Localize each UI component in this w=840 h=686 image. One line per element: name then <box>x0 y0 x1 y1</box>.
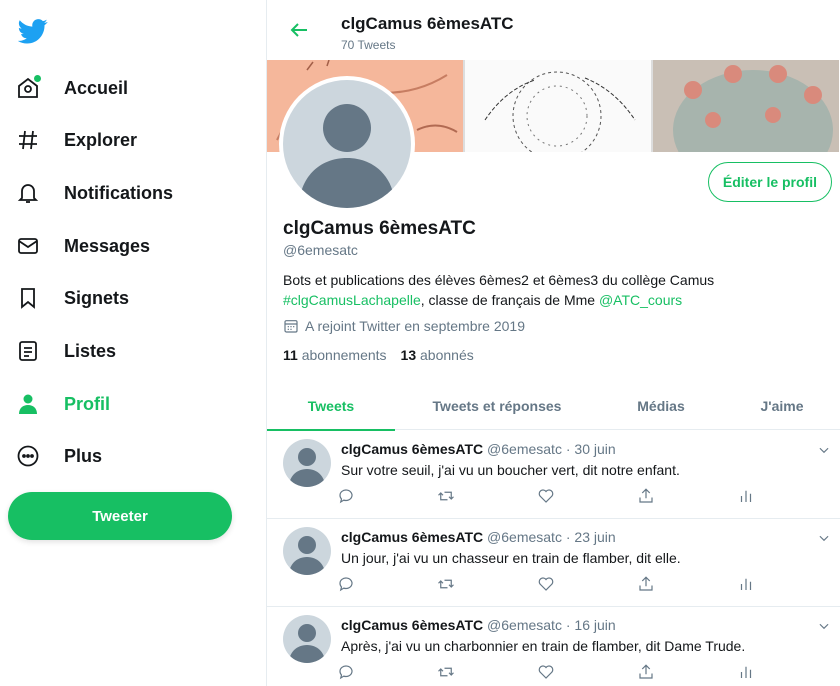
sidebar-item-notifications[interactable]: Notifications <box>14 171 173 215</box>
profile-column: clgCamus 6èmesATC 70 Tweets Éditer le pr… <box>266 0 840 686</box>
profile-name: clgCamus 6èmesATC <box>283 218 476 239</box>
tweet[interactable]: clgCamus 6èmesATC @6emesatc · 16 juin Ap… <box>267 607 840 686</box>
join-date: A rejoint Twitter en septembre 2019 <box>283 318 525 334</box>
tweet-author-name[interactable]: clgCamus 6èmesATC <box>341 617 483 633</box>
tweet-date[interactable]: 23 juin <box>574 529 615 545</box>
following-count: 11 <box>283 347 298 363</box>
share-icon[interactable] <box>637 663 659 685</box>
tab-tweets-replies[interactable]: Tweets et réponses <box>395 382 599 430</box>
tweet-actions <box>339 487 761 509</box>
profile-bio: Bots et publications des élèves 6èmes2 e… <box>283 270 823 310</box>
followers-link[interactable]: 13 abonnés <box>401 347 474 363</box>
join-date-text: A rejoint Twitter en septembre 2019 <box>305 318 525 334</box>
tweet-handle: @6emesatc <box>487 529 562 545</box>
sidebar-item-label: Explorer <box>64 129 138 150</box>
sidebar-item-messages[interactable]: Messages <box>14 224 150 268</box>
page-title: clgCamus 6èmesATC <box>341 14 514 33</box>
avatar[interactable] <box>283 527 331 575</box>
sidebar-item-plus[interactable]: Plus <box>14 434 102 478</box>
bio-mention-link[interactable]: @ATC_cours <box>599 292 682 308</box>
edit-profile-button[interactable]: Éditer le profil <box>707 162 832 202</box>
envelope-icon <box>14 232 42 260</box>
analytics-icon[interactable] <box>737 663 759 685</box>
hashtag-icon <box>14 126 42 154</box>
following-label: abonnements <box>301 347 387 363</box>
avatar[interactable] <box>283 615 331 663</box>
more-circle-icon <box>14 442 42 470</box>
tweet-actions <box>339 663 761 685</box>
tweet-button[interactable]: Tweeter <box>8 492 232 540</box>
bell-icon <box>14 179 42 207</box>
tab-likes[interactable]: J'aime <box>723 382 840 430</box>
reply-icon[interactable] <box>337 575 359 597</box>
retweet-icon[interactable] <box>437 487 459 509</box>
sidebar-item-label: Messages <box>64 235 151 256</box>
follow-counts: 11 abonnements 13 abonnés <box>283 347 474 363</box>
analytics-icon[interactable] <box>737 575 759 597</box>
retweet-icon[interactable] <box>437 663 459 685</box>
tweet-text: Après, j'ai vu un charbonnier en train d… <box>341 638 746 654</box>
tweet-date[interactable]: 30 juin <box>574 441 615 457</box>
chevron-down-icon[interactable] <box>817 531 831 545</box>
avatar[interactable] <box>283 439 331 487</box>
tweet-text: Sur votre seuil, j'ai vu un boucher vert… <box>341 462 680 478</box>
sidebar-item-label: Plus <box>64 445 103 466</box>
bio-text: Bots et publications des élèves 6èmes2 e… <box>283 272 715 288</box>
chevron-down-icon[interactable] <box>817 443 831 457</box>
bookmark-icon <box>14 284 42 312</box>
notification-dot <box>34 75 41 82</box>
sidebar-item-label: Accueil <box>64 77 129 98</box>
banner-image-2 <box>463 60 653 152</box>
profile-handle: @6emesatc <box>283 242 358 258</box>
tab-medias[interactable]: Médias <box>599 382 723 430</box>
tweet-count: 70 Tweets <box>341 38 396 52</box>
tab-tweets[interactable]: Tweets <box>267 382 395 431</box>
heart-icon[interactable] <box>537 663 559 685</box>
share-icon[interactable] <box>637 575 659 597</box>
tweet-author-name[interactable]: clgCamus 6èmesATC <box>341 529 483 545</box>
tweet-author-name[interactable]: clgCamus 6èmesATC <box>341 441 483 457</box>
bio-hashtag-link[interactable]: #clgCamusLachapelle <box>283 292 421 308</box>
sidebar-item-label: Notifications <box>64 182 174 203</box>
share-icon[interactable] <box>637 487 659 509</box>
reply-icon[interactable] <box>337 487 359 509</box>
chevron-down-icon[interactable] <box>817 619 831 633</box>
reply-icon[interactable] <box>337 663 359 685</box>
sidebar-item-profil[interactable]: Profil <box>14 382 110 426</box>
followers-label: abonnés <box>420 347 474 363</box>
tweet-handle: @6emesatc <box>487 617 562 633</box>
analytics-icon[interactable] <box>737 487 759 509</box>
sidebar-item-label: Listes <box>64 340 117 361</box>
calendar-icon <box>284 320 298 333</box>
sidebar-item-signets[interactable]: Signets <box>14 276 129 320</box>
home-icon <box>14 74 42 102</box>
person-icon <box>14 390 42 418</box>
heart-icon[interactable] <box>537 487 559 509</box>
tweet-actions <box>339 575 761 597</box>
bio-text: , classe de français de Mme <box>420 292 599 308</box>
tweet[interactable]: clgCamus 6èmesATC @6emesatc · 30 juin Su… <box>267 431 840 519</box>
list-icon <box>14 337 42 365</box>
banner-image-3 <box>653 60 839 152</box>
back-arrow-icon[interactable] <box>287 18 311 42</box>
sidebar-item-listes[interactable]: Listes <box>14 329 116 373</box>
followers-count: 13 <box>400 347 417 363</box>
sidebar-item-accueil[interactable]: Accueil <box>14 66 128 110</box>
tweet-date[interactable]: 16 juin <box>574 617 615 633</box>
tweet-handle: @6emesatc <box>487 441 562 457</box>
sidebar-item-label: Profil <box>64 393 111 414</box>
heart-icon[interactable] <box>537 575 559 597</box>
twitter-bird-icon[interactable] <box>17 16 48 46</box>
header: clgCamus 6èmesATC 70 Tweets <box>267 0 840 60</box>
sidebar-item-explorer[interactable]: Explorer <box>14 118 137 162</box>
tweet-text: Un jour, j'ai vu un chasseur en train de… <box>341 550 681 566</box>
retweet-icon[interactable] <box>437 575 459 597</box>
sidebar: Accueil Explorer Notifications Messages … <box>0 0 266 686</box>
tweet[interactable]: clgCamus 6èmesATC @6emesatc · 23 juin Un… <box>267 519 840 607</box>
following-link[interactable]: 11 abonnements <box>283 347 387 363</box>
sidebar-item-label: Signets <box>64 287 130 308</box>
profile-tabs: Tweets Tweets et réponses Médias J'aime <box>267 382 840 431</box>
profile-avatar[interactable] <box>279 76 415 212</box>
